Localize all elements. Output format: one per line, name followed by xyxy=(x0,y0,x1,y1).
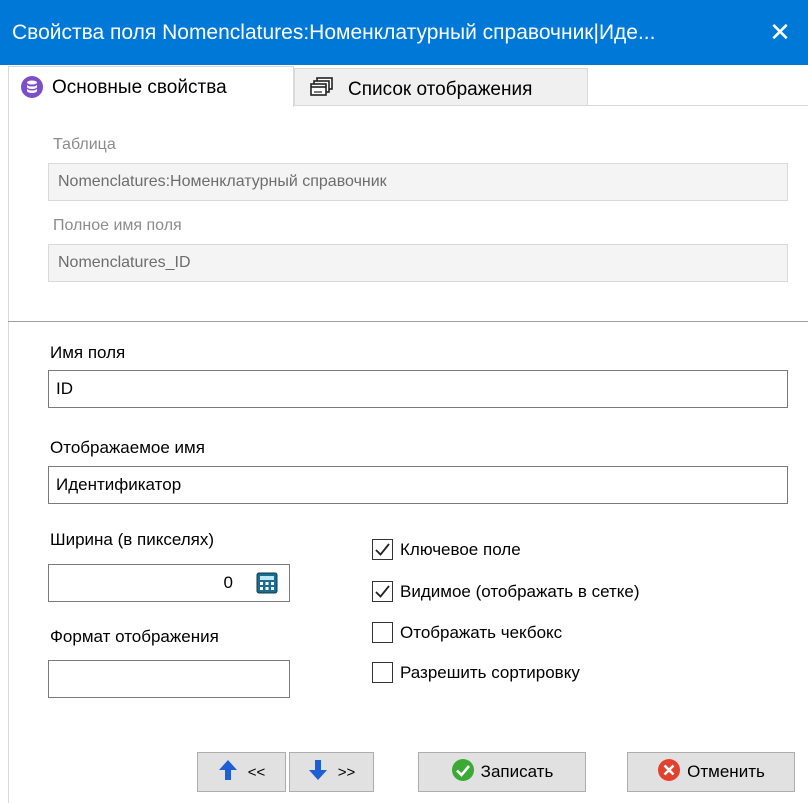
next-label: >> xyxy=(337,763,356,781)
save-label: Записать xyxy=(480,762,554,781)
checkbox-box[interactable] xyxy=(372,539,393,560)
full-field-name-label: Полное имя поля xyxy=(53,217,182,234)
checkbox-key-field[interactable]: Ключевое поле xyxy=(372,539,521,560)
format-label: Формат отображения xyxy=(50,627,219,646)
field-name-input[interactable]: ID xyxy=(48,370,788,408)
arrow-down-icon xyxy=(308,758,328,787)
title-bar: Свойства поля Nomenclatures:Номенклатурн… xyxy=(0,0,808,65)
section-divider xyxy=(8,321,808,322)
checkbox-show-checkbox[interactable]: Отображать чекбокс xyxy=(372,622,562,643)
database-icon xyxy=(21,76,43,98)
prev-record-button[interactable]: << xyxy=(197,752,286,792)
checkbox-label: Ключевое поле xyxy=(400,539,521,559)
tab-display-list[interactable]: Список отображения xyxy=(294,68,588,106)
checkbox-label: Отображать чекбокс xyxy=(400,622,563,642)
checkbox-label: Разрешить сортировку xyxy=(400,662,580,682)
width-label: Ширина (в пикселях) xyxy=(50,530,215,549)
calculator-icon[interactable] xyxy=(256,572,278,594)
checkbox-allow-sort[interactable]: Разрешить сортировку xyxy=(372,662,580,683)
tab-main-properties[interactable]: Основные свойства xyxy=(8,66,294,108)
prev-label: << xyxy=(247,763,266,781)
width-input[interactable]: 0 xyxy=(48,564,290,602)
checkbox-box[interactable] xyxy=(372,662,393,683)
checkbox-visible[interactable]: Видимое (отображать в сетке) xyxy=(372,581,640,602)
arrow-up-icon xyxy=(218,758,238,787)
field-name-label: Имя поля xyxy=(50,343,126,362)
stacked-windows-icon xyxy=(309,76,333,98)
cancel-label: Отменить xyxy=(687,762,765,781)
tab-label: Основные свойства xyxy=(52,77,227,98)
cancel-x-circle-icon xyxy=(657,758,681,787)
format-input[interactable] xyxy=(48,660,290,698)
table-field: Nomenclatures:Номенклатурный справочник xyxy=(48,163,788,201)
window-title: Свойства поля Nomenclatures:Номенклатурн… xyxy=(12,21,656,44)
tab-label: Список отображения xyxy=(348,79,533,100)
checkbox-label: Видимое (отображать в сетке) xyxy=(400,581,640,601)
close-button[interactable]: ✕ xyxy=(752,0,808,65)
checkbox-box[interactable] xyxy=(372,622,393,643)
display-name-input[interactable]: Идентификатор xyxy=(48,466,788,504)
table-label: Таблица xyxy=(53,136,116,153)
checkmark-circle-icon xyxy=(451,758,475,787)
next-record-button[interactable]: >> xyxy=(289,752,374,792)
full-field-name-field: Nomenclatures_ID xyxy=(48,244,788,282)
field-properties-dialog: Свойства поля Nomenclatures:Номенклатурн… xyxy=(0,0,808,803)
save-button[interactable]: Записать xyxy=(418,752,586,792)
cancel-button[interactable]: Отменить xyxy=(627,752,795,792)
display-name-label: Отображаемое имя xyxy=(50,438,205,457)
checkbox-box[interactable] xyxy=(372,581,393,602)
